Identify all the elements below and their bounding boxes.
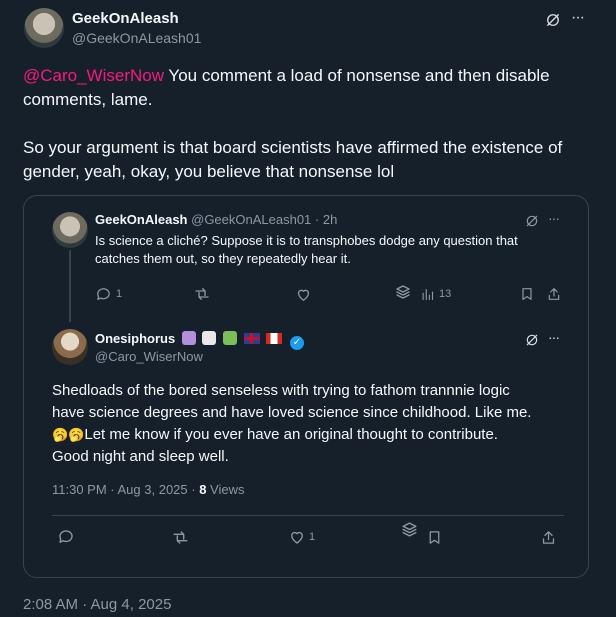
green-square-icon <box>223 331 238 345</box>
quoted-parent-avatar[interactable] <box>52 212 88 248</box>
tweet-para2-line-2: gender, yeah, okay, you believe that non… <box>23 162 395 181</box>
repost-icon[interactable] <box>193 285 211 303</box>
tweet-line-1: @Caro_WiserNow You comment a load of non… <box>23 64 593 88</box>
quoted-reply-avatar[interactable] <box>52 329 88 365</box>
quoted-parent-time[interactable]: · 2h <box>315 212 337 227</box>
quoted-reply-meta: 11:30 PM · Aug 3, 2025 · 8 Views <box>52 482 244 497</box>
quoted-reply-line-4: Good night and sleep well. <box>52 448 229 465</box>
like-icon[interactable] <box>295 285 312 303</box>
quoted-reply-grok-icon[interactable] <box>523 331 541 349</box>
views-count: 13 <box>439 288 452 300</box>
quoted-reply-share-icon[interactable] <box>540 528 557 546</box>
quoted-parent-more-icon[interactable]: ··· <box>548 210 560 226</box>
quoted-reply-timestamp[interactable]: 11:30 PM · Aug 3, 2025 · <box>52 482 199 497</box>
quoted-reply-stack-icon[interactable] <box>400 520 419 538</box>
share-icon[interactable] <box>546 285 562 303</box>
quoted-reply-repost-icon[interactable] <box>171 528 190 546</box>
quoted-reply-bookmark-icon[interactable] <box>426 528 443 546</box>
yawn-emoji: 🥱🥱 <box>52 427 85 442</box>
quoted-parent-line-2: catches them out, so they repeatedly hea… <box>95 251 351 266</box>
quoted-reply-more-icon[interactable]: ··· <box>548 329 560 345</box>
views-icon[interactable]: 13 <box>420 285 451 303</box>
author-handle[interactable]: @GeekOnALeash01 <box>72 30 201 46</box>
author-name[interactable]: GeekOnAleash <box>72 10 179 27</box>
quoted-reply-text: Shedloads of the bored senseless with tr… <box>52 380 572 468</box>
canada-flag-icon <box>266 333 283 344</box>
thread-connector <box>69 250 71 322</box>
quoted-parent-handle[interactable]: @GeekOnALeash01 <box>191 212 311 227</box>
stack-icon[interactable] <box>394 283 412 301</box>
quoted-parent-header: GeekOnAleash @GeekOnALeash01 · 2h <box>95 212 337 227</box>
quoted-parent-grok-icon[interactable] <box>523 212 541 230</box>
quoted-reply-handle[interactable]: @Caro_WiserNow <box>95 349 203 364</box>
more-options-icon[interactable]: ··· <box>571 9 585 27</box>
purple-square-icon <box>181 331 196 345</box>
author-avatar[interactable] <box>24 8 64 48</box>
quoted-reply-views-label: Views <box>206 482 245 497</box>
quoted-parent-text: Is science a cliché? Suppose it is to tr… <box>95 232 565 268</box>
reply-icon[interactable]: 1 <box>95 285 122 303</box>
quoted-parent-line-1: Is science a cliché? Suppose it is to tr… <box>95 233 518 248</box>
quoted-reply-line-2: have science degrees and have loved scie… <box>52 404 532 421</box>
grok-icon[interactable] <box>543 10 563 30</box>
bookmark-icon[interactable] <box>519 285 535 303</box>
quoted-reply-line-1: Shedloads of the bored senseless with tr… <box>52 382 510 399</box>
verified-badge-icon: ✓ <box>289 336 304 350</box>
tweet-line-1-rest: You comment a load of nonsense and then … <box>164 66 550 85</box>
reply-count: 1 <box>116 288 123 300</box>
tweet-para2-line-1: So your argument is that board scientist… <box>23 138 563 157</box>
uk-flag-icon <box>243 333 260 344</box>
quoted-reply-reply-icon[interactable] <box>57 528 75 546</box>
white-square-icon <box>202 331 217 345</box>
quoted-reply-name[interactable]: Onesiphorus <box>95 331 175 346</box>
quoted-reply-line-3: 🥱🥱Let me know if you ever have an origin… <box>52 426 498 443</box>
tweet-text: @Caro_WiserNow You comment a load of non… <box>23 64 593 184</box>
quoted-parent-name[interactable]: GeekOnAleash <box>95 212 188 227</box>
tweet-timestamp[interactable]: 2:08 AM · Aug 4, 2025 <box>23 596 171 613</box>
quoted-reply-header: Onesiphorus ✓ <box>95 331 304 350</box>
quoted-reply-like-icon[interactable]: 1 <box>288 528 315 546</box>
tweet-line-2: comments, lame. <box>23 90 153 109</box>
quoted-reply-divider <box>52 515 564 516</box>
mention-link[interactable]: @Caro_WiserNow <box>23 66 164 85</box>
quoted-reply-like-count: 1 <box>309 531 316 543</box>
